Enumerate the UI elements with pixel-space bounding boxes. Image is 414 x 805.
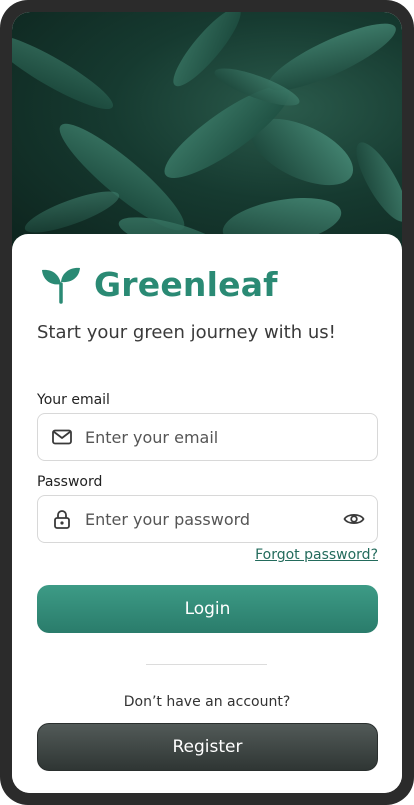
leaves-illustration xyxy=(12,12,402,252)
sprout-icon xyxy=(42,267,80,304)
password-input[interactable] xyxy=(85,509,335,529)
email-input[interactable] xyxy=(85,427,377,447)
password-label: Password xyxy=(37,474,103,490)
device-frame: Greenleaf Start your green journey with … xyxy=(0,0,414,805)
forgot-password-link[interactable]: Forgot password? xyxy=(255,547,378,563)
brand-name: Greenleaf xyxy=(94,264,278,304)
email-field[interactable] xyxy=(37,413,378,461)
login-button[interactable]: Login xyxy=(37,585,378,633)
divider xyxy=(146,664,267,665)
eye-icon[interactable] xyxy=(343,508,365,530)
register-button[interactable]: Register xyxy=(37,723,378,771)
mail-icon xyxy=(52,429,72,445)
email-label: Your email xyxy=(37,392,110,408)
lock-icon xyxy=(54,510,70,529)
app-screen: Greenleaf Start your green journey with … xyxy=(12,12,402,793)
login-card: Greenleaf Start your green journey with … xyxy=(12,234,402,793)
brand-header: Greenleaf xyxy=(40,264,278,304)
no-account-text: Don’t have an account? xyxy=(123,694,291,710)
password-field[interactable] xyxy=(37,495,378,543)
hero-image xyxy=(12,12,402,252)
tagline: Start your green journey with us! xyxy=(37,322,336,343)
